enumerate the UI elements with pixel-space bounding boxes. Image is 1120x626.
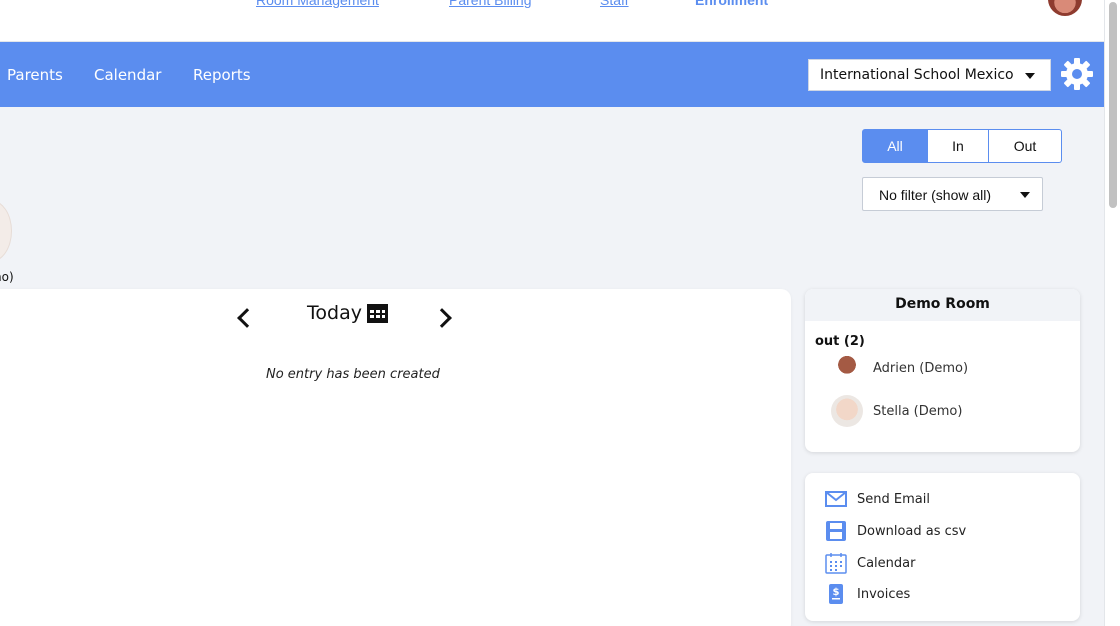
avatar [831,352,863,384]
action-label: Calendar [857,555,916,571]
mail-icon [825,491,847,507]
download-csv-action[interactable]: Download as csv [825,520,966,542]
child-row-stella[interactable]: Stella (Demo) [831,395,962,427]
staff-link[interactable]: Staff [600,0,629,8]
save-icon [826,521,846,541]
child-name: Adrien (Demo) [873,360,969,376]
enrollment-link[interactable]: Enrollment [695,0,768,8]
school-select-value: International School Mexico [820,67,1014,83]
user-avatar[interactable] [1048,0,1082,16]
chevron-right-icon[interactable] [432,308,452,328]
filter-out-button[interactable]: Out [989,129,1062,163]
action-label: Download as csv [857,523,967,539]
child-name: Stella (Demo) [873,403,963,419]
action-label: Send Email [857,491,930,507]
chevron-left-icon[interactable] [237,308,257,328]
caret-down-icon [1020,192,1030,198]
in-out-filter: All In Out [862,129,1062,163]
school-select[interactable]: International School Mexico [808,59,1051,91]
caret-down-icon [1025,73,1035,79]
invoice-icon: $ [829,584,843,604]
page-scrollbar[interactable] [1104,0,1120,626]
filter-in-button[interactable]: In [928,129,989,163]
action-label: Invoices [857,586,911,602]
room-management-link[interactable]: Room Management [256,0,379,8]
parent-billing-link[interactable]: Parent Billing [449,0,532,8]
date-label[interactable]: Today [307,302,362,324]
room-card: Demo Room out (2) Adrien (Demo) Stella (… [805,289,1080,452]
room-title: Demo Room [805,289,1080,321]
send-email-action[interactable]: Send Email [825,488,930,510]
invoices-action[interactable]: $ Invoices [825,583,910,605]
calendar-icon [825,553,847,574]
main-navbar: Parents Calendar Reports International S… [0,42,1104,107]
top-header: Room Management Parent Billing Staff Enr… [0,0,1104,42]
child-filter-select[interactable]: No filter (show all) [862,177,1043,211]
svg-text:$: $ [833,587,840,598]
child-filter-value: No filter (show all) [879,187,992,203]
actions-card: Send Email Download as csv Calendar $ In… [805,473,1080,621]
child-avatar[interactable] [0,200,12,262]
nav-reports[interactable]: Reports [193,66,251,84]
calendar-action[interactable]: Calendar [825,552,915,574]
empty-state-message: No entry has been created [266,367,440,382]
filter-all-button[interactable]: All [862,129,928,163]
out-count-label: out (2) [815,334,865,349]
calendar-icon[interactable] [367,304,388,323]
nav-calendar[interactable]: Calendar [94,66,161,84]
daily-entries-panel: Today No entry has been created [0,289,791,626]
scroll-thumb[interactable] [1109,2,1117,208]
avatar [831,395,863,427]
child-row-adrien[interactable]: Adrien (Demo) [831,352,968,384]
gear-icon[interactable] [1059,56,1095,92]
nav-parents[interactable]: Parents [7,66,63,84]
child-name-label: no) [0,270,14,284]
